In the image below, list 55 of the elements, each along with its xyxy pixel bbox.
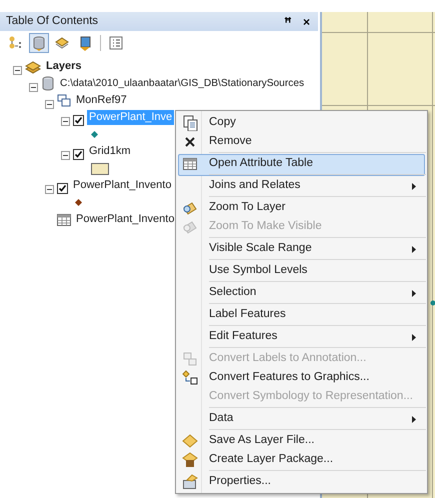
checkbox[interactable] [73, 114, 84, 126]
tree-label[interactable]: C:\data\2010_ulaanbaatar\GIS_DB\StationarySources [58, 76, 306, 91]
layer-name[interactable]: Grid1km [87, 144, 133, 159]
tree-label[interactable]: MonRef97 [74, 93, 129, 108]
copy-icon [182, 115, 198, 131]
checkbox[interactable] [73, 148, 84, 160]
pin-button[interactable]: ꟸ [282, 16, 293, 28]
toolbar-button[interactable] [29, 33, 49, 53]
layers-icon [54, 35, 70, 51]
options-icon [108, 35, 124, 51]
database-icon [41, 76, 55, 91]
collapse-icon[interactable] [13, 66, 22, 75]
menu-item[interactable]: Joins and Relates [178, 176, 425, 198]
menu-item[interactable]: Use Symbol Levels [178, 261, 425, 283]
menu-item[interactable]: Data [178, 409, 425, 431]
panel-title: Table Of Contents [6, 14, 98, 29]
tree-label[interactable]: Layers [44, 59, 84, 74]
collapse-icon[interactable] [45, 184, 54, 194]
properties-icon [182, 474, 198, 490]
submenu-arrow-icon [412, 182, 416, 190]
menu-item[interactable]: Edit Features [178, 327, 425, 349]
collapse-icon[interactable] [29, 82, 38, 92]
menu-item[interactable]: Save As Layer File... [178, 431, 425, 450]
submenu-arrow-icon [412, 416, 416, 422]
convert-icon [182, 351, 198, 367]
convert-icon [182, 370, 198, 386]
menu-item[interactable]: Copy [178, 113, 425, 132]
close-button[interactable]: × [300, 16, 312, 28]
diamond-icon [182, 433, 198, 449]
magnifier-icon [182, 219, 198, 235]
menu-item[interactable]: Remove [178, 132, 425, 154]
submenu-arrow-icon [412, 290, 416, 296]
layers-icon [25, 60, 41, 74]
menu-item[interactable]: Convert Features to Graphics... [178, 368, 425, 387]
menu-item[interactable]: Selection [178, 283, 425, 305]
magnifier-icon [182, 200, 198, 216]
layer-name[interactable]: PowerPlant_Invento [71, 178, 174, 193]
submenu-arrow-icon [412, 334, 416, 340]
tree-label[interactable]: PowerPlant_Invento [74, 212, 176, 227]
menu-item[interactable]: Open Attribute Table [178, 154, 425, 176]
group-layer-icon [57, 94, 71, 107]
menu-item[interactable]: Properties... [178, 472, 425, 491]
submenu-arrow-icon [412, 246, 416, 252]
table-icon [182, 156, 198, 172]
database-icon [31, 35, 47, 51]
menu-item[interactable]: Create Layer Package... [178, 450, 425, 472]
menu-item[interactable]: Zoom To Layer [178, 198, 425, 217]
package-icon [182, 452, 198, 468]
collapse-icon[interactable] [61, 116, 70, 126]
menu-item[interactable]: Visible Scale Range [178, 239, 425, 261]
checkbox[interactable] [57, 182, 68, 194]
collapse-icon[interactable] [45, 100, 54, 109]
menu-item[interactable]: Label Features [178, 305, 425, 327]
table-icon [57, 214, 71, 226]
collapse-icon[interactable] [61, 150, 70, 160]
